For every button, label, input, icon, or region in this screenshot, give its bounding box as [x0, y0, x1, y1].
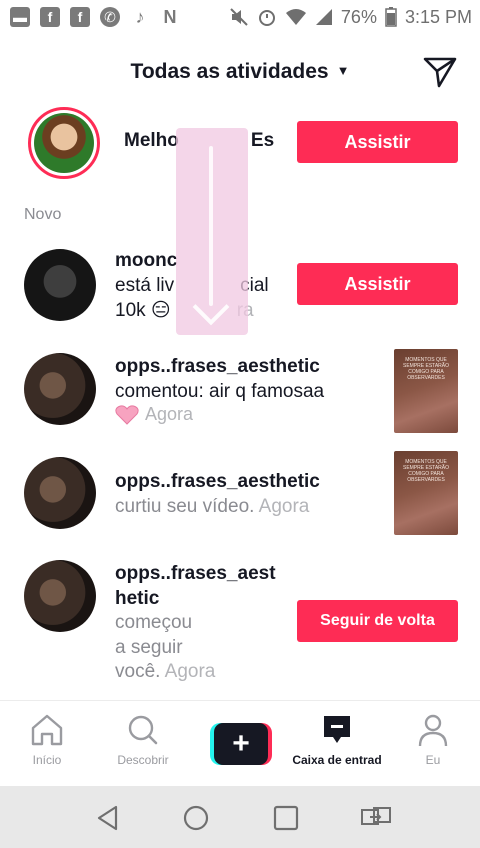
- gesture-arrow-icon: [192, 288, 230, 326]
- screen-switch-icon[interactable]: [360, 804, 392, 832]
- notification-username-line1[interactable]: opps..frases_aest: [115, 561, 276, 586]
- whatsapp-icon: ✆: [100, 7, 120, 27]
- live-friend-avatar[interactable]: [28, 107, 100, 179]
- bottom-tab-bar: Início Descobrir + Caixa de entrad Eu: [0, 700, 480, 786]
- search-icon: [128, 715, 158, 745]
- heart-icon[interactable]: [115, 404, 139, 425]
- notification-icons: ▬ f f ✆ ♪ N: [10, 7, 180, 27]
- watch-live-button[interactable]: Assistir: [297, 263, 458, 305]
- notification-username[interactable]: opps..frases_aesthetic: [115, 354, 320, 379]
- activity-filter-dropdown[interactable]: Todas as atividades ▼: [0, 60, 480, 84]
- live-user-avatar[interactable]: [24, 249, 96, 321]
- recents-icon[interactable]: [272, 804, 300, 832]
- notification-text: comentou: air q famosaa: [115, 381, 325, 402]
- battery-percent: 76%: [340, 6, 377, 27]
- status-bar: ▬ f f ✆ ♪ N 76% 3:15 PM: [0, 0, 480, 34]
- notification-meta: Agora: [115, 404, 193, 425]
- tab-home-label: Início: [32, 753, 62, 767]
- message-icon: ▬: [10, 7, 30, 27]
- header: Todas as atividades ▼: [0, 34, 480, 112]
- user-avatar[interactable]: [24, 560, 96, 632]
- mute-icon: [230, 8, 248, 26]
- signal-icon: [315, 9, 332, 25]
- thumbnail-caption: MOMENTOS QUE SEMPRE ESTARÃO COMIGO PARA …: [402, 357, 450, 381]
- scroll-gesture-indicator: [176, 128, 248, 335]
- section-label-new: Novo: [24, 206, 62, 223]
- notification-text-line1: começou: [115, 612, 193, 633]
- gesture-line: [209, 146, 213, 306]
- video-thumbnail[interactable]: MOMENTOS QUE SEMPRE ESTARÃO COMIGO PARA …: [394, 349, 458, 433]
- clock: 3:15 PM: [404, 6, 472, 27]
- system-status: 76% 3:15 PM: [229, 7, 472, 28]
- facebook-icon: f: [40, 7, 60, 27]
- netflix-icon: N: [163, 6, 177, 27]
- watch-live-button[interactable]: Assistir: [297, 121, 458, 163]
- notification-text-line3: você. Agora: [115, 661, 216, 682]
- thumbnail-caption: MOMENTOS QUE SEMPRE ESTARÃO COMIGO PARA …: [402, 459, 450, 483]
- facebook-icon: f: [70, 7, 90, 27]
- notification-time: Agora: [258, 496, 310, 517]
- system-nav-bar: [0, 786, 480, 848]
- notification-time: Agora: [164, 661, 216, 682]
- tab-inbox-label: Caixa de entrad: [292, 753, 382, 767]
- home-icon: [31, 714, 63, 746]
- alarm-icon: [258, 10, 275, 26]
- notification-time: Agora: [145, 404, 194, 424]
- notification-username[interactable]: opps..frases_aesthetic: [115, 469, 320, 494]
- notification-text: curtiu seu vídeo. Agora: [115, 496, 310, 517]
- live-user-name[interactable]: moonc: [115, 248, 177, 273]
- tab-inbox[interactable]: Caixa de entrad: [292, 713, 382, 767]
- tiktok-icon: ♪: [135, 6, 145, 27]
- home-button-icon[interactable]: [182, 804, 210, 832]
- tab-profile-label: Eu: [425, 753, 441, 767]
- follow-back-button[interactable]: Seguir de volta: [297, 600, 458, 642]
- inbox-icon: [324, 716, 350, 743]
- caret-down-icon: ▼: [336, 63, 350, 78]
- wifi-icon: [285, 9, 306, 25]
- direct-message-icon[interactable]: [422, 54, 458, 90]
- tab-discover-label: Descobrir: [117, 753, 169, 767]
- battery-icon: [385, 7, 397, 27]
- tab-discover[interactable]: Descobrir: [98, 713, 188, 767]
- notification-text-line2: a seguir: [115, 637, 183, 658]
- notification-username-line2[interactable]: hetic: [115, 586, 159, 611]
- plus-icon: +: [214, 723, 268, 765]
- tab-profile[interactable]: Eu: [388, 713, 478, 767]
- user-avatar[interactable]: [24, 353, 96, 425]
- video-thumbnail[interactable]: MOMENTOS QUE SEMPRE ESTARÃO COMIGO PARA …: [394, 451, 458, 535]
- profile-icon: [418, 714, 448, 747]
- tab-home[interactable]: Início: [2, 713, 92, 767]
- create-button[interactable]: +: [210, 723, 272, 765]
- page-title: Todas as atividades: [130, 60, 329, 83]
- user-avatar[interactable]: [24, 457, 96, 529]
- back-icon[interactable]: [94, 804, 122, 832]
